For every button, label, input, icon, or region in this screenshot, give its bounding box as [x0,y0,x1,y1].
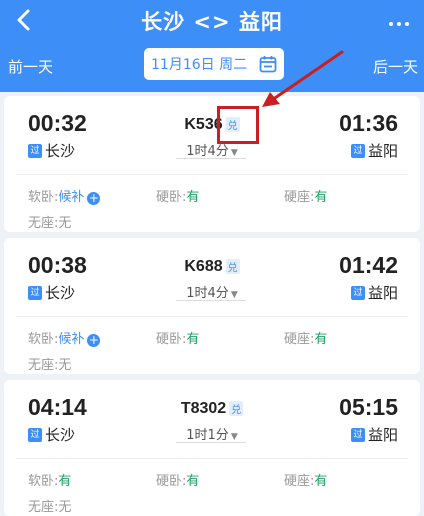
seat-hard-seat: 硬座:有 [284,190,328,205]
next-day-button[interactable]: 后一天 [373,56,418,77]
divider [16,174,408,175]
arrival-station: 过益阳 [350,140,398,161]
date-picker[interactable]: 11月16日 周二 [144,48,284,80]
duration-underline [176,158,246,159]
prev-day-button[interactable]: 前一天 [8,56,53,77]
train-card[interactable]: 00:32 K536 兑 01:36 过长沙 1时4分 ▼ 过益阳 软卧:候补 + 硬… [4,96,420,232]
seat-soft-sleeper: 软卧:有 [28,474,72,489]
arrival-station: 过益阳 [350,282,398,303]
train-card[interactable]: 00:38 K688 兑 01:42 过长沙 1时4分 ▼ 过益阳 软卧:候补 + 硬… [4,238,420,374]
arrival-time: 01:42 [339,252,398,278]
caret-down-icon: ▼ [230,148,238,158]
seat-hard-sleeper: 硬卧:有 [156,332,200,347]
pass-badge: 过 [350,285,365,300]
divider [16,316,408,317]
seat-soft-sleeper[interactable]: 软卧:候补 + [28,328,101,347]
calendar-icon [259,56,277,73]
seat-no-seat: 无座:无 [28,358,72,373]
redeem-badge: 兑 [225,259,240,275]
arrival-time: 01:36 [339,110,398,136]
back-button[interactable] [10,6,38,34]
pass-badge: 过 [350,427,365,442]
top-bar: 长沙 <> 益阳 前一天 11月16日 周二 后一天 [0,0,424,92]
seat-no-seat: 无座:无 [28,500,72,515]
seat-soft-sleeper[interactable]: 软卧:候补 + [28,186,101,205]
seat-hard-sleeper: 硬卧:有 [156,474,200,489]
caret-down-icon: ▼ [230,432,238,442]
divider [16,458,408,459]
plus-icon[interactable]: + [87,334,101,347]
seat-no-seat: 无座:无 [28,216,72,231]
chevron-left-icon [17,9,30,31]
date-text: 11月16日 周二 [151,57,248,73]
caret-down-icon: ▼ [230,290,238,300]
duration-underline [176,442,246,443]
arrival-station: 过益阳 [350,424,398,445]
annotation-highlight-box [217,106,259,144]
seat-hard-seat: 硬座:有 [284,474,328,489]
train-card[interactable]: 04:14 T8302 兑 05:15 过长沙 1时1分 ▼ 过益阳 软卧:有 硬卧… [4,380,420,516]
duration-underline [176,300,246,301]
redeem-badge: 兑 [229,401,244,417]
seat-hard-seat: 硬座:有 [284,332,328,347]
more-dots-icon [387,11,411,30]
plus-icon[interactable]: + [87,192,101,205]
more-menu-button[interactable] [384,8,414,32]
arrival-time: 05:15 [339,394,398,420]
seat-hard-sleeper: 硬卧:有 [156,190,200,205]
pass-badge: 过 [350,143,365,158]
route-title: 长沙 <> 益阳 [141,10,283,34]
